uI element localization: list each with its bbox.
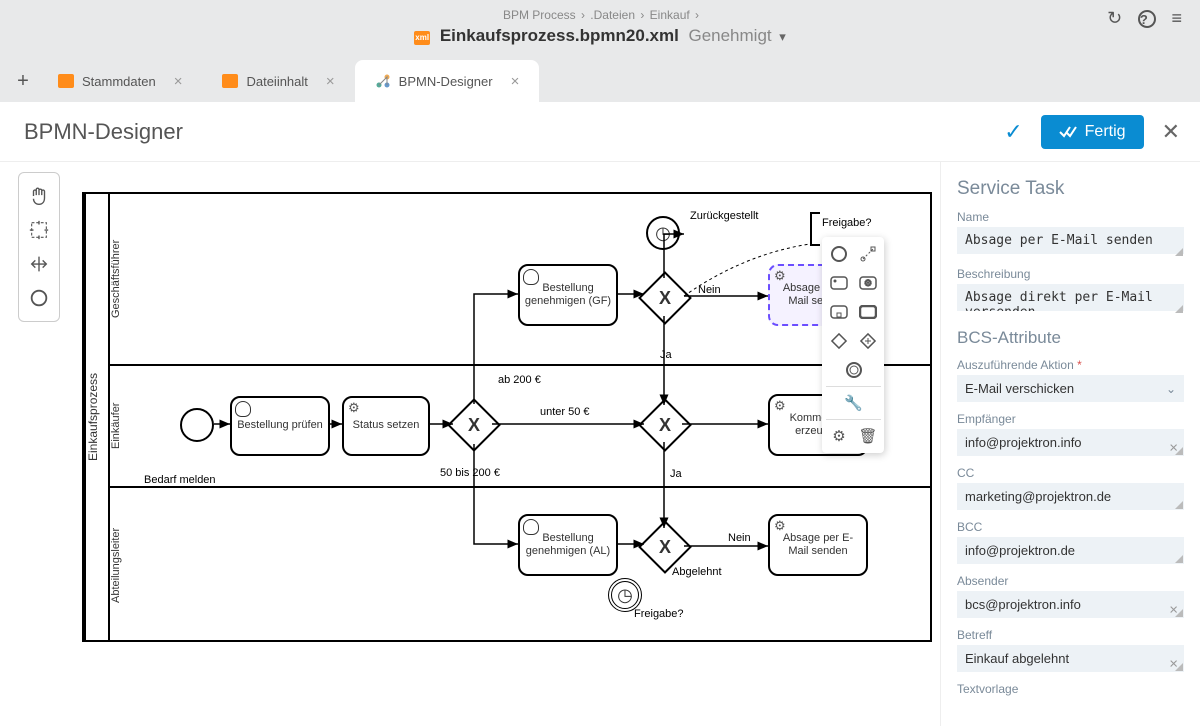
ctx-wrench-icon[interactable]: 🔧 <box>841 390 867 416</box>
cc-input[interactable] <box>957 483 1184 510</box>
chevron-down-icon[interactable]: ⌄ <box>1166 382 1176 396</box>
close-icon[interactable]: × <box>174 73 183 90</box>
edge-label-zurueckgestellt: Zurückgestellt <box>690 210 758 222</box>
bpmn-pool[interactable]: Einkaufsprozess Geschäftsführer Zurückge… <box>82 192 932 642</box>
ctx-gateway-plus-icon[interactable] <box>855 328 881 354</box>
hand-tool-icon[interactable] <box>24 181 54 211</box>
ctx-gateway-icon[interactable] <box>826 328 852 354</box>
xml-file-icon: xml <box>414 31 430 45</box>
name-input[interactable] <box>957 227 1184 254</box>
name-label: Name <box>957 210 1184 224</box>
ctx-gear-icon[interactable]: ⚙ <box>826 423 852 449</box>
betreff-label: Betreff <box>957 628 1184 642</box>
tab-label: BPMN-Designer <box>399 74 493 89</box>
lane-einkaeufer[interactable]: Einkäufer Bestellung prüfen Status setze… <box>108 364 930 486</box>
lane-abteilungsleiter[interactable]: Abteilungsleiter Bestellung genehmigen (… <box>108 486 930 642</box>
tab-dateiinhalt[interactable]: Dateiinhalt × <box>202 60 354 102</box>
edge-label-ja: Ja <box>670 468 682 480</box>
menu-icon[interactable]: ≡ <box>1171 8 1182 29</box>
start-event[interactable] <box>180 408 214 442</box>
xml-icon <box>222 74 238 88</box>
cc-label: CC <box>957 466 1184 480</box>
ctx-connect-icon[interactable] <box>855 241 881 267</box>
edge-label-bedarf-melden: Bedarf melden <box>144 474 216 486</box>
ctx-call-icon[interactable] <box>855 299 881 325</box>
tab-label: Dateiinhalt <box>246 74 307 89</box>
page-title: BPMN-Designer <box>24 119 1004 145</box>
absender-input[interactable] <box>957 591 1184 618</box>
task-bestellung-genehmigen-al[interactable]: Bestellung genehmigen (AL) <box>518 514 618 576</box>
task-bestellung-pruefen[interactable]: Bestellung prüfen <box>230 396 330 456</box>
ctx-end-event-icon[interactable] <box>841 357 867 383</box>
file-title[interactable]: xml Einkaufsprozess.bpmn20.xml Genehmigt… <box>0 26 1200 46</box>
refresh-icon[interactable]: ↻ <box>1107 8 1122 29</box>
gateway-mid[interactable]: X <box>646 406 684 444</box>
help-icon[interactable]: ? <box>1138 10 1156 28</box>
edge-label-ja: Ja <box>660 349 672 361</box>
context-palette: ⚙ 🔧 ⚙ 🗑 <box>822 237 884 453</box>
action-label: Auszuführende Aktion * <box>957 358 1184 372</box>
properties-panel: Service Task Name Beschreibung BCS-Attri… <box>940 162 1200 726</box>
task-bestellung-genehmigen-gf[interactable]: Bestellung genehmigen (GF) <box>518 264 618 326</box>
description-input[interactable] <box>957 284 1184 311</box>
empfaenger-input[interactable] <box>957 429 1184 456</box>
tab-bpmn-designer[interactable]: BPMN-Designer × <box>355 60 540 102</box>
fertig-button[interactable]: Fertig <box>1041 115 1144 149</box>
edge-label-nein: Nein <box>728 532 751 544</box>
annotation-freigabe: Freigabe? <box>822 217 872 229</box>
lane-label: Einkäufer <box>108 366 130 486</box>
ctx-trash-icon[interactable]: 🗑 <box>855 423 881 449</box>
task-absage-email-senden-al[interactable]: Absage per E-Mail senden <box>768 514 868 576</box>
breadcrumb[interactable]: BPM Process › .Dateien › Einkauf › <box>0 0 1200 22</box>
absender-label: Absender <box>957 574 1184 588</box>
annotation-bracket-gf[interactable] <box>810 212 820 246</box>
edge-label-50bis200: 50 bis 200 € <box>440 467 500 479</box>
xml-icon <box>58 74 74 88</box>
lane-geschaeftsfuehrer[interactable]: Geschäftsführer Zurückgestellt Bestellun… <box>108 194 930 364</box>
gateway-al[interactable]: X <box>646 528 684 566</box>
gateway-gf[interactable]: X <box>646 279 684 317</box>
bpmn-icon <box>375 73 391 90</box>
empfaenger-label: Empfänger <box>957 412 1184 426</box>
edge-label-abgelehnt: Abgelehnt <box>672 566 722 578</box>
edge-label-unter50: unter 50 € <box>540 406 590 418</box>
betreff-input[interactable] <box>957 645 1184 672</box>
lane-label: Abteilungsleiter <box>108 488 130 642</box>
chevron-down-icon[interactable]: ▾ <box>779 29 786 44</box>
file-status: Genehmigt <box>688 26 771 45</box>
timer-event-al[interactable] <box>608 578 642 612</box>
ctx-subprocess-icon[interactable] <box>826 299 852 325</box>
ctx-task-icon[interactable] <box>826 270 852 296</box>
ctx-service-icon[interactable]: ⚙ <box>855 270 881 296</box>
timer-event-gf[interactable] <box>646 216 680 250</box>
textvorlage-label: Textvorlage <box>957 682 1184 696</box>
event-tool-icon[interactable] <box>24 283 54 313</box>
ctx-event-icon[interactable] <box>826 241 852 267</box>
bcs-attrs-title: BCS-Attribute <box>957 328 1184 348</box>
tab-stammdaten[interactable]: Stammdaten × <box>38 60 202 102</box>
action-select[interactable] <box>957 375 1184 402</box>
svg-text:⚙: ⚙ <box>864 278 872 288</box>
tab-label: Stammdaten <box>82 74 156 89</box>
space-tool-icon[interactable] <box>24 249 54 279</box>
props-title: Service Task <box>957 178 1184 200</box>
edge-label-nein: Nein <box>698 284 721 296</box>
add-tab-button[interactable]: + <box>8 70 38 93</box>
task-status-setzen[interactable]: Status setzen <box>342 396 430 456</box>
close-icon[interactable]: ✕ <box>1162 119 1180 145</box>
edge-label-freigabe: Freigabe? <box>634 608 684 620</box>
close-icon[interactable]: × <box>326 73 335 90</box>
pool-label: Einkaufsprozess <box>84 194 108 640</box>
lane-label: Geschäftsführer <box>108 194 130 364</box>
close-icon[interactable]: × <box>511 73 520 90</box>
gateway-amount[interactable]: X <box>455 406 493 444</box>
edge-label-ab200: ab 200 € <box>498 374 541 386</box>
tool-palette <box>18 172 60 322</box>
bcc-input[interactable] <box>957 537 1184 564</box>
description-label: Beschreibung <box>957 267 1184 281</box>
check-icon[interactable]: ✓ <box>1004 119 1022 145</box>
filename-text: Einkaufsprozess.bpmn20.xml <box>440 26 679 45</box>
bcc-label: BCC <box>957 520 1184 534</box>
lasso-tool-icon[interactable] <box>24 215 54 245</box>
